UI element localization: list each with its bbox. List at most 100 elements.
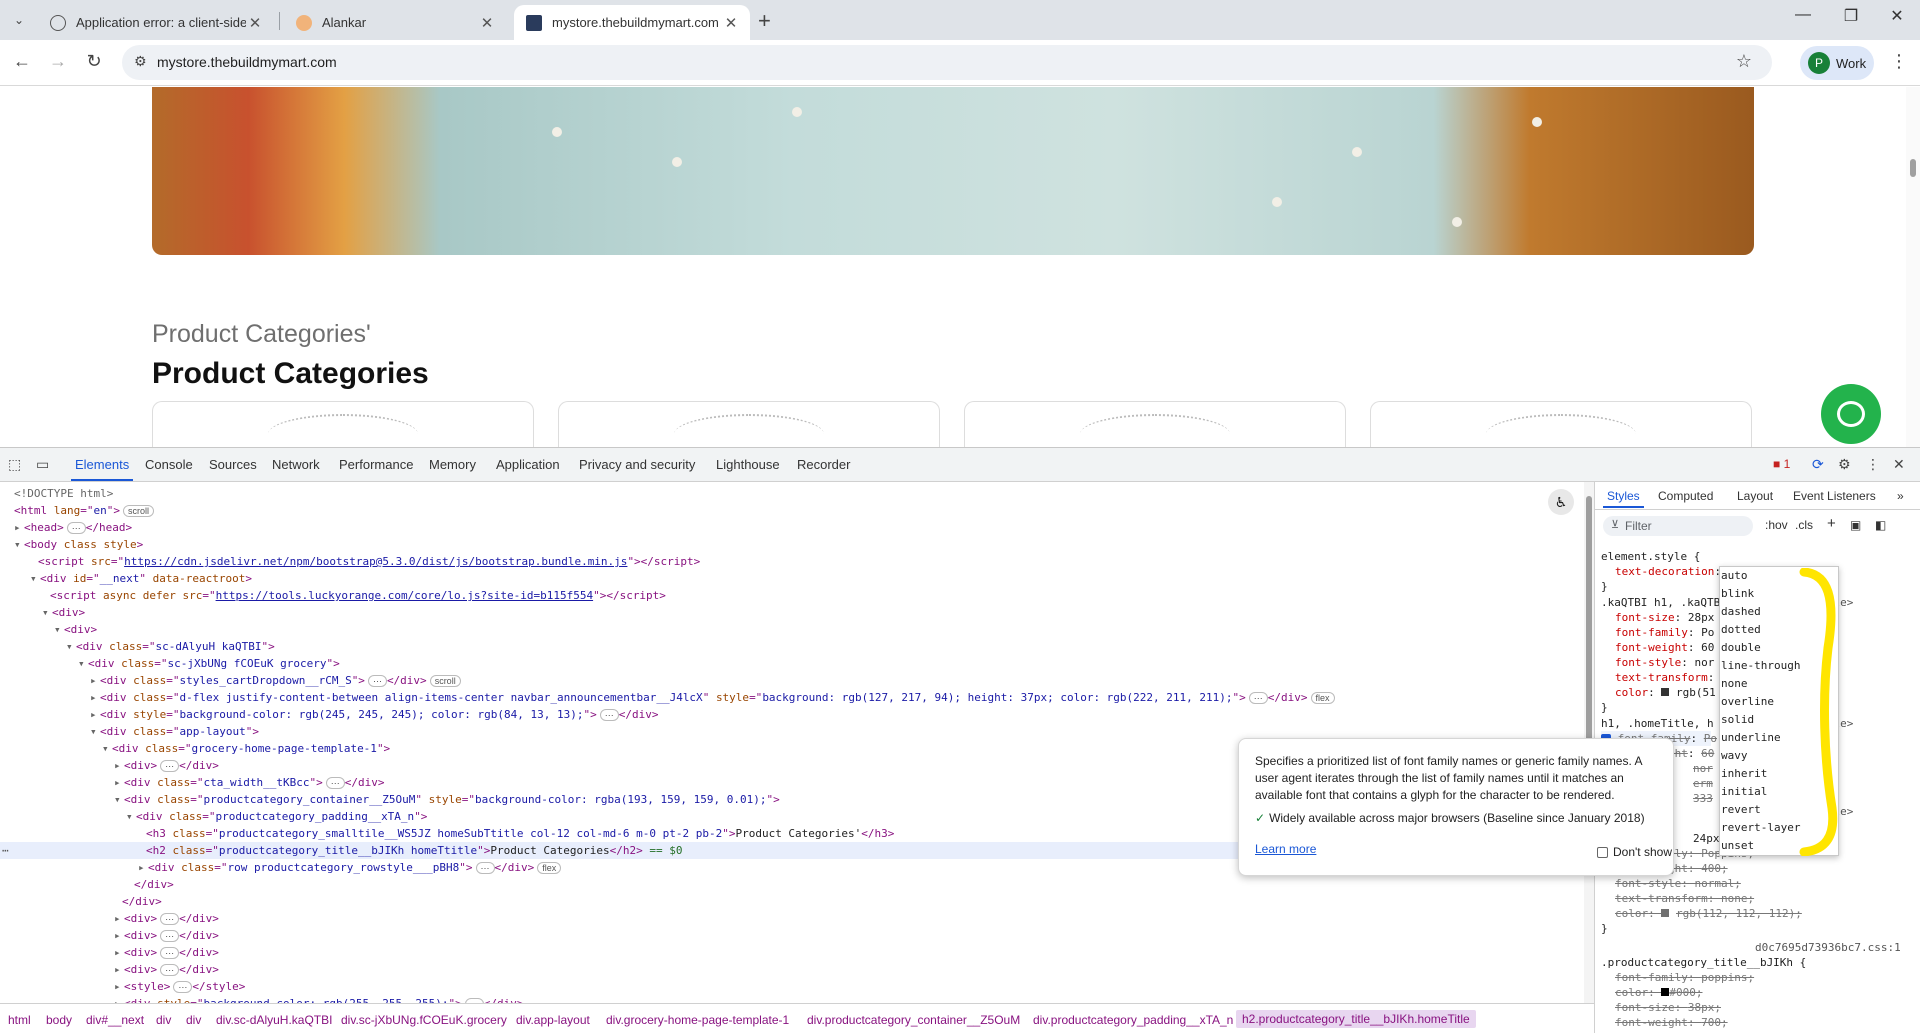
rule-selector[interactable]: h1, .homeTitle, h	[1601, 716, 1714, 731]
crumb-template[interactable]: div.grocery-home-page-template-1	[606, 1013, 789, 1027]
tree-node[interactable]: ▸ <style> ⋯ </style>	[114, 978, 245, 995]
bookmark-star-icon[interactable]: ☆	[1736, 51, 1752, 72]
tree-node-close[interactable]: </div>	[122, 893, 162, 910]
tab-elements[interactable]: Elements	[70, 457, 134, 481]
crumb-html[interactable]: html	[8, 1013, 31, 1027]
tree-node[interactable]: ▾ <div class="productcategory_container__…	[114, 791, 780, 808]
hov-toggle[interactable]: :hov	[1765, 518, 1788, 532]
cls-toggle[interactable]: .cls	[1795, 518, 1813, 532]
tab-mystore[interactable]: mystore.thebuildmymart.com ✕	[514, 5, 750, 40]
tree-node[interactable]: ▾ <div class="grocery-home-page-template-…	[102, 740, 390, 757]
crumb-body[interactable]: body	[46, 1013, 72, 1027]
settings-gear-icon[interactable]: ⚙	[1838, 456, 1851, 473]
crumb-kaqtbi[interactable]: div.sc-dAlyuH.kaQTBI	[216, 1013, 332, 1027]
more-options-icon[interactable]: ⋮	[1866, 456, 1880, 473]
tree-node[interactable]: ▾ <div class="sc-jXbUNg fCOEuK grocery">	[78, 655, 340, 672]
crumb-h2-active[interactable]: h2.productcategory_title__bJIKh.homeTitl…	[1236, 1010, 1476, 1028]
accessibility-tree-icon[interactable]: ♿	[1548, 489, 1574, 515]
scroll-badge[interactable]: scroll	[123, 505, 155, 517]
sidebar-toggle-icon[interactable]: ◧	[1875, 518, 1886, 532]
dont-show-checkbox[interactable]: Don't show	[1597, 845, 1672, 859]
restore-icon[interactable]: ❐	[1828, 6, 1874, 26]
close-icon[interactable]: ✕	[722, 14, 740, 32]
node-more-icon[interactable]: ⋯	[2, 842, 9, 859]
close-devtools-icon[interactable]: ✕	[1893, 456, 1905, 473]
sync-icon[interactable]: ⟳	[1812, 456, 1824, 473]
tree-node[interactable]: ▾ <div class="app-layout">	[90, 723, 259, 740]
tree-node-head[interactable]: ▸ <head> ⋯ </head>	[14, 519, 132, 536]
site-info-icon[interactable]: ⚙	[134, 53, 147, 70]
crumb-app-layout[interactable]: div.app-layout	[516, 1013, 590, 1027]
new-tab-button[interactable]: +	[758, 8, 771, 34]
tree-node-html[interactable]: <html lang="en"> scroll	[14, 502, 155, 519]
crumb-grocery[interactable]: div.sc-jXbUNg.fCOEuK.grocery	[341, 1013, 507, 1027]
chat-button[interactable]	[1821, 384, 1881, 444]
back-icon[interactable]: ←	[10, 51, 34, 72]
editing-declaration[interactable]: text-decoration:	[1615, 564, 1735, 579]
category-card[interactable]	[964, 401, 1346, 447]
more-tabs-icon[interactable]: »	[1897, 489, 1904, 503]
tree-node[interactable]: ▸ <div> ⋯ </div>	[114, 910, 219, 927]
doctype-line[interactable]: <!DOCTYPE html>	[14, 485, 113, 502]
tab-network[interactable]: Network	[272, 457, 320, 472]
browser-menu-icon[interactable]: ⋮	[1890, 51, 1908, 72]
tree-node[interactable]: ▸ <div class="cta_width__tKBcc"> ⋯ </div>	[114, 774, 384, 791]
tree-node-script-bootstrap[interactable]: <script src="https://cdn.jsdelivr.net/np…	[38, 553, 700, 570]
checkbox-icon[interactable]	[1597, 846, 1608, 858]
tree-node-body[interactable]: ▾ <body class style>	[14, 536, 143, 553]
tree-node[interactable]: ▾ <div class="sc-dAlyuH kaQTBI">	[66, 638, 275, 655]
tree-node[interactable]: ▸ <div style="background-color: rgb(245, …	[90, 706, 658, 723]
close-icon[interactable]: ✕	[246, 14, 264, 32]
tab-console[interactable]: Console	[145, 457, 193, 472]
tree-node[interactable]: ▸ <div> ⋯ </div>	[114, 757, 219, 774]
close-window-icon[interactable]: ✕	[1874, 6, 1920, 26]
forward-icon[interactable]: →	[46, 51, 70, 72]
tree-node[interactable]: ▸ <div> ⋯ </div>	[114, 944, 219, 961]
tab-recorder[interactable]: Recorder	[797, 457, 850, 472]
tree-node[interactable]: ▸<div style="background-color: rgb(255, …	[114, 995, 524, 1003]
tree-node[interactable]: ▸ <div class="styles_cartDropdown__rCM_S"…	[90, 672, 461, 689]
new-rule-icon[interactable]: +	[1827, 515, 1836, 532]
tab-sources[interactable]: Sources	[209, 457, 257, 472]
tab-styles[interactable]: Styles	[1603, 489, 1644, 508]
tab-computed[interactable]: Computed	[1658, 489, 1713, 503]
error-count-badge[interactable]: ■ 1	[1773, 457, 1790, 471]
tab-app-error[interactable]: Application error: a client-side excepti…	[38, 5, 274, 40]
element-style-selector[interactable]: element.style {	[1601, 549, 1700, 564]
rule-source-link[interactable]: d0c7695d73936bc7.css:1	[1755, 940, 1901, 955]
profile-button[interactable]: P Work	[1800, 46, 1874, 80]
crumb-container[interactable]: div.productcategory_container__Z5OuM	[807, 1013, 1020, 1027]
crumb-next[interactable]: div#__next	[86, 1013, 144, 1027]
tab-performance[interactable]: Performance	[339, 457, 413, 472]
tree-node-script-luckyorange[interactable]: <script async defer src="https://tools.l…	[50, 587, 666, 604]
tab-privacy-security[interactable]: Privacy and security	[579, 457, 695, 472]
crumb-padding[interactable]: div.productcategory_padding__xTA_n	[1033, 1013, 1233, 1027]
tab-event-listeners[interactable]: Event Listeners	[1793, 489, 1876, 503]
page-scrollbar[interactable]	[1906, 87, 1920, 447]
tab-memory[interactable]: Memory	[429, 457, 476, 472]
close-icon[interactable]: ✕	[478, 14, 496, 32]
crumb-div[interactable]: div	[186, 1013, 201, 1027]
minimize-icon[interactable]: —	[1780, 6, 1826, 24]
tab-application[interactable]: Application	[496, 457, 560, 472]
rule-selector[interactable]: .kaQTBI h1, .kaQTB	[1601, 595, 1720, 610]
tab-layout[interactable]: Layout	[1737, 489, 1773, 503]
address-bar[interactable]: ⚙ mystore.thebuildmymart.com ☆	[122, 45, 1772, 80]
tree-node-close[interactable]: </div>	[134, 876, 174, 893]
tree-node[interactable]: ▸ <div class="d-flex justify-content-betw…	[90, 689, 1335, 706]
tab-search-icon[interactable]: ⌄	[8, 9, 30, 31]
device-toolbar-icon[interactable]: ▭	[36, 456, 49, 473]
reload-icon[interactable]: ↻	[82, 51, 106, 72]
tree-node[interactable]: ▾ <div class="productcategory_padding__xT…	[126, 808, 427, 825]
learn-more-link[interactable]: Learn more	[1255, 842, 1316, 856]
crumb-div[interactable]: div	[156, 1013, 171, 1027]
tab-alankar[interactable]: Alankar ✕	[284, 5, 506, 40]
paint-icon[interactable]: ▣	[1850, 518, 1861, 532]
rule-selector[interactable]: .productcategory_title__bJIKh {	[1601, 955, 1806, 970]
tree-node[interactable]: ▾ <div>	[54, 621, 97, 638]
tree-node-h3[interactable]: <h3 class="productcategory_smalltile__WS…	[146, 825, 894, 842]
styles-filter-input[interactable]: Filter	[1603, 516, 1753, 536]
inspect-element-icon[interactable]: ⬚	[8, 456, 21, 473]
tree-node[interactable]: ▸ <div> ⋯ </div>	[114, 927, 219, 944]
category-card[interactable]	[1370, 401, 1752, 447]
